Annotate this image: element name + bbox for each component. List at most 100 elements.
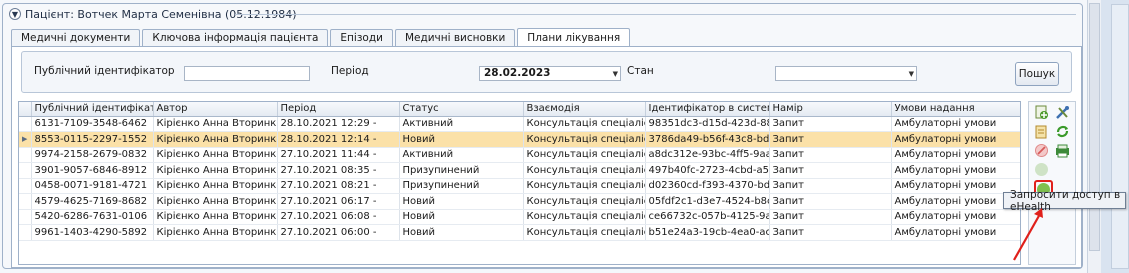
cell-interaction[interactable]: Консультація спеціаліста С... bbox=[523, 147, 646, 163]
tab-medical-documents[interactable]: Медичні документи bbox=[11, 29, 141, 46]
cell-public-id[interactable]: 8553-0115-2297-1552 bbox=[31, 131, 154, 148]
cell-author[interactable]: Кірієнко Анна Вторинка (П... bbox=[153, 116, 278, 132]
cell-intent[interactable]: Запит bbox=[769, 178, 892, 194]
cell-conditions[interactable]: Амбулаторні умови bbox=[891, 131, 1020, 148]
cell-ehealth-id[interactable]: ce66732c-057b-4125-9a94-... bbox=[645, 209, 770, 225]
cell-period[interactable]: 27.10.2021 06:08 - bbox=[277, 209, 400, 225]
cell-period[interactable]: 27.10.2021 06:00 - bbox=[277, 224, 400, 241]
print-icon[interactable] bbox=[1055, 143, 1070, 158]
cell-public-id[interactable]: 0458-0071-9181-4721 bbox=[31, 178, 154, 194]
cell-status[interactable]: Новий bbox=[399, 131, 524, 148]
cell-intent[interactable]: Запит bbox=[769, 193, 892, 210]
tab-medical-conclusions[interactable]: Медичні висновки bbox=[394, 29, 516, 46]
cell-ehealth-id[interactable]: 98351dc3-d15d-423d-88b0-... bbox=[645, 116, 770, 132]
table-row[interactable]: 6131-7109-3548-6462 Кірієнко Анна Вторинк… bbox=[19, 116, 1020, 132]
cell-intent[interactable]: Запит bbox=[769, 147, 892, 163]
column-header-period[interactable]: Період bbox=[277, 102, 400, 117]
status-icon[interactable] bbox=[1034, 162, 1049, 177]
cell-intent[interactable]: Запит bbox=[769, 131, 892, 148]
row-pointer-icon[interactable]: ▶ bbox=[19, 131, 32, 148]
cell-conditions[interactable]: Амбулаторні умови bbox=[891, 147, 1020, 163]
cell-author[interactable]: Кірієнко Анна Вторинка (П... bbox=[153, 193, 278, 210]
cell-public-id[interactable]: 5420-6286-7631-0106 bbox=[31, 209, 154, 225]
cell-author[interactable]: Кірієнко Анна Вторинка (П... bbox=[153, 224, 278, 241]
cell-status[interactable]: Активний bbox=[399, 116, 524, 132]
cell-interaction[interactable]: Консультація спеціаліста С... bbox=[523, 224, 646, 241]
cell-conditions[interactable]: Амбулаторні умови bbox=[891, 162, 1020, 179]
cell-ehealth-id[interactable]: 05fdf2c1-d3e7-4524-b8c4-3... bbox=[645, 193, 770, 210]
cell-status[interactable]: Новий bbox=[399, 193, 524, 210]
cell-interaction[interactable]: Консультація спеціаліста С... bbox=[523, 131, 646, 148]
cell-conditions[interactable]: Амбулаторні умови bbox=[891, 224, 1020, 241]
cell-ehealth-id[interactable]: b51e24a3-19cb-4ea0-ac55-... bbox=[645, 224, 770, 241]
cell-period[interactable]: 28.10.2021 12:14 - bbox=[277, 131, 400, 148]
cell-ehealth-id[interactable]: 3786da49-b56f-43c8-bd37-... bbox=[645, 131, 770, 148]
tools-icon[interactable] bbox=[1055, 105, 1070, 120]
cancel-icon[interactable] bbox=[1034, 143, 1049, 158]
cell-public-id[interactable]: 3901-9057-6846-8912 bbox=[31, 162, 154, 179]
scrollbar-thumb[interactable] bbox=[1089, 3, 1100, 251]
cell-ehealth-id[interactable]: d02360cd-f393-4370-bddf-c... bbox=[645, 178, 770, 194]
chevron-down-icon[interactable]: ▼ bbox=[909, 67, 914, 81]
table-row[interactable]: 9961-1403-4290-5892 Кірієнко Анна Вторинк… bbox=[19, 224, 1020, 241]
column-header-conditions[interactable]: Умови надання bbox=[891, 102, 1020, 117]
tab-key-patient-info[interactable]: Ключова інформація пацієнта bbox=[142, 29, 329, 46]
cell-period[interactable]: 27.10.2021 11:44 - bbox=[277, 147, 400, 163]
table-row[interactable]: 5420-6286-7631-0106 Кірієнко Анна Вторинк… bbox=[19, 209, 1020, 225]
add-document-icon[interactable] bbox=[1034, 105, 1049, 120]
cell-public-id[interactable]: 9974-2158-2679-0832 bbox=[31, 147, 154, 163]
column-header-interaction[interactable]: Взаємодія bbox=[523, 102, 646, 117]
row-indicator[interactable] bbox=[19, 193, 32, 210]
row-indicator[interactable] bbox=[19, 116, 32, 132]
collapse-chevron-icon[interactable]: ▼ bbox=[9, 8, 21, 20]
cell-status[interactable]: Активний bbox=[399, 147, 524, 163]
cell-ehealth-id[interactable]: a8dc312e-93bc-4ff5-9aa8-e... bbox=[645, 147, 770, 163]
cell-interaction[interactable]: Консультація спеціаліста С... bbox=[523, 116, 646, 132]
table-row[interactable]: 0458-0071-9181-4721 Кірієнко Анна Вторинк… bbox=[19, 178, 1020, 194]
cell-status[interactable]: Призупинений bbox=[399, 178, 524, 194]
row-indicator[interactable] bbox=[19, 147, 32, 163]
cell-conditions[interactable]: Амбулаторні умови bbox=[891, 209, 1020, 225]
cell-conditions[interactable]: Амбулаторні умови bbox=[891, 178, 1020, 194]
refresh-icon[interactable] bbox=[1055, 124, 1070, 139]
cell-author[interactable]: Кірієнко Анна Вторинка (П... bbox=[153, 147, 278, 163]
cell-period[interactable]: 28.10.2021 12:29 - bbox=[277, 116, 400, 132]
cell-author[interactable]: Кірієнко Анна Вторинка (П... bbox=[153, 209, 278, 225]
cell-period[interactable]: 27.10.2021 06:17 - bbox=[277, 193, 400, 210]
search-button[interactable]: Пошук bbox=[1015, 62, 1059, 86]
column-header-public-id[interactable]: Публічний ідентифікатор bbox=[31, 102, 154, 117]
cell-public-id[interactable]: 4579-4625-7169-8682 bbox=[31, 193, 154, 210]
table-row[interactable]: 9974-2158-2679-0832 Кірієнко Анна Вторинк… bbox=[19, 147, 1020, 163]
cell-interaction[interactable]: Консультація спеціаліста С... bbox=[523, 209, 646, 225]
tab-treatment-plans[interactable]: Плани лікування bbox=[517, 28, 631, 46]
chevron-down-icon[interactable]: ▼ bbox=[613, 67, 618, 81]
row-indicator[interactable] bbox=[19, 224, 32, 241]
column-header-status[interactable]: Статус bbox=[399, 102, 524, 117]
cell-period[interactable]: 27.10.2021 08:21 - bbox=[277, 178, 400, 194]
cell-conditions[interactable]: Амбулаторні умови bbox=[891, 116, 1020, 132]
period-date-picker[interactable]: 28.02.2023 ▼ bbox=[479, 66, 621, 81]
table-row[interactable]: 3901-9057-6846-8912 Кірієнко Анна Вторинк… bbox=[19, 162, 1020, 179]
cell-interaction[interactable]: Консультація спеціаліста С... bbox=[523, 178, 646, 194]
cell-conditions[interactable]: Амбулаторні умови bbox=[891, 193, 1020, 210]
cell-intent[interactable]: Запит bbox=[769, 162, 892, 179]
cell-status[interactable]: Призупинений bbox=[399, 162, 524, 179]
cell-status[interactable]: Новий bbox=[399, 209, 524, 225]
cell-intent[interactable]: Запит bbox=[769, 116, 892, 132]
cell-author[interactable]: Кірієнко Анна Вторинка (П... bbox=[153, 162, 278, 179]
cell-status[interactable]: Новий bbox=[399, 224, 524, 241]
column-header-author[interactable]: Автор bbox=[153, 102, 278, 117]
vertical-scrollbar[interactable] bbox=[1087, 0, 1101, 273]
row-indicator[interactable] bbox=[19, 209, 32, 225]
table-row[interactable]: 4579-4625-7169-8682 Кірієнко Анна Вторинк… bbox=[19, 193, 1020, 210]
edit-document-icon[interactable] bbox=[1034, 124, 1049, 139]
cell-interaction[interactable]: Консультація спеціаліста С... bbox=[523, 162, 646, 179]
table-row[interactable]: ▶ 8553-0115-2297-1552 Кірієнко Анна Вторин… bbox=[19, 131, 1020, 148]
cell-intent[interactable]: Запит bbox=[769, 209, 892, 225]
cell-author[interactable]: Кірієнко Анна Вторинка (П... bbox=[153, 131, 278, 148]
state-dropdown[interactable]: ▼ bbox=[775, 66, 917, 81]
row-indicator[interactable] bbox=[19, 178, 32, 194]
cell-public-id[interactable]: 6131-7109-3548-6462 bbox=[31, 116, 154, 132]
cell-author[interactable]: Кірієнко Анна Вторинка (П... bbox=[153, 178, 278, 194]
cell-period[interactable]: 27.10.2021 08:35 - bbox=[277, 162, 400, 179]
